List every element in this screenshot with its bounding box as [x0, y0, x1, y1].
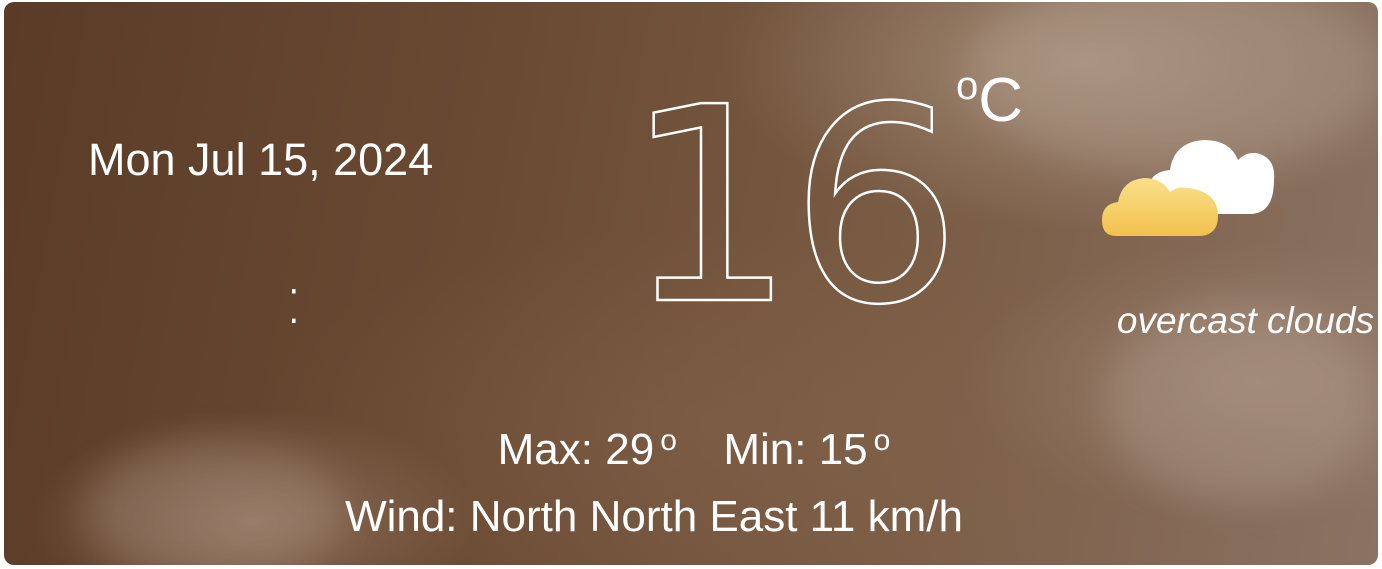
- clock-hours: 07: [114, 230, 270, 360]
- date-label: Mon Jul 15, 2024: [88, 134, 434, 185]
- min-value: 15: [818, 425, 868, 474]
- wind-value: North North East 11 km/h: [469, 492, 963, 541]
- max-label: Max:: [497, 425, 593, 474]
- current-temperature: 16: [623, 49, 963, 364]
- max-value: 29: [605, 425, 655, 474]
- temperature-unit: oC: [956, 64, 1056, 136]
- unit-letter: C: [978, 66, 1024, 135]
- clock: 07 : 11: [114, 230, 474, 360]
- partly-cloudy-icon: [1102, 140, 1275, 236]
- min-label: Min:: [723, 425, 807, 474]
- weather-description: overcast clouds: [1116, 300, 1374, 341]
- clock-separator: :: [282, 258, 306, 340]
- max-degree-symbol: o: [660, 424, 677, 457]
- min-max-temperature: Max: 29 o Min: 15 o: [304, 424, 1084, 475]
- unit-degree-symbol: o: [956, 64, 979, 108]
- wind-label: Wind:: [345, 492, 458, 541]
- weather-widget: Mon Jul 15, 2024 07 : 11 16 oC overcast …: [4, 2, 1378, 565]
- min-degree-symbol: o: [873, 424, 891, 457]
- wind-info: Wind: North North East 11 km/h: [204, 492, 1104, 542]
- clock-minutes: 11: [314, 230, 470, 360]
